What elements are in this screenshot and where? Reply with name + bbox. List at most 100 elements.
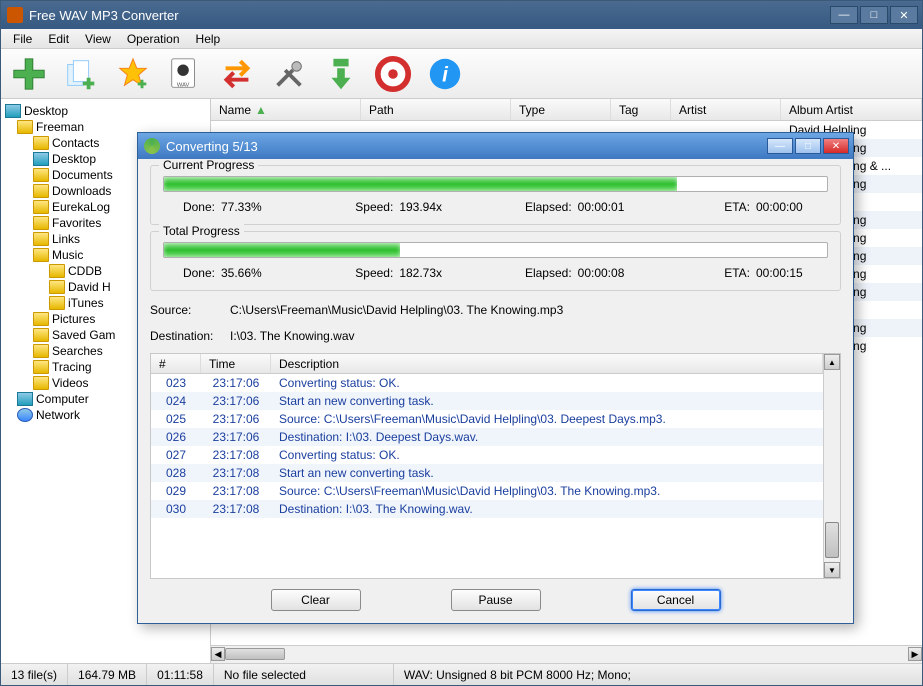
log-desc: Start an new converting task.	[271, 394, 823, 408]
log-scrollbar[interactable]: ▲ ▼	[823, 354, 840, 578]
scroll-up-icon[interactable]: ▲	[824, 354, 840, 370]
log-num: 029	[151, 484, 201, 498]
dialog-title: Converting 5/13	[166, 139, 765, 154]
tree-node[interactable]: Desktop	[3, 103, 208, 119]
current-progress-group: Current Progress Done: 77.33% Speed: 193…	[150, 165, 841, 225]
monitor-icon	[17, 392, 33, 406]
tree-label: CDDB	[68, 264, 102, 278]
log-num: 028	[151, 466, 201, 480]
scroll-left-icon[interactable]: ◀	[211, 647, 225, 661]
log-rows[interactable]: 02323:17:06Converting status: OK.02423:1…	[151, 374, 823, 578]
current-progress-title: Current Progress	[159, 159, 258, 172]
converting-dialog: Converting 5/13 — □ ✕ Current Progress D…	[137, 132, 854, 624]
window-controls: — □ ✕	[830, 6, 922, 24]
current-speed-value: 193.94x	[399, 200, 471, 214]
log-desc: Start an new converting task.	[271, 466, 823, 480]
log-num: 025	[151, 412, 201, 426]
folder-icon	[33, 344, 49, 358]
titlebar: Free WAV MP3 Converter — □ ✕	[1, 1, 922, 29]
total-progress-bar	[163, 242, 828, 258]
scroll-down-icon[interactable]: ▼	[824, 562, 840, 578]
current-progress-bar	[163, 176, 828, 192]
log-num: 024	[151, 394, 201, 408]
col-artist[interactable]: Artist	[671, 99, 781, 120]
status-format: WAV: Unsigned 8 bit PCM 8000 Hz; Mono;	[394, 664, 922, 685]
log-row[interactable]: 02923:17:08Source: C:\Users\Freeman\Musi…	[151, 482, 823, 500]
log-num: 026	[151, 430, 201, 444]
menu-edit[interactable]: Edit	[40, 30, 77, 48]
menu-operation[interactable]: Operation	[119, 30, 188, 48]
sort-up-icon: ▲	[255, 103, 267, 117]
monitor-icon	[33, 152, 49, 166]
col-path[interactable]: Path	[361, 99, 511, 120]
tree-label: Desktop	[52, 152, 96, 166]
toolbar: WAV i	[1, 49, 922, 99]
label-speed: Speed:	[341, 200, 393, 214]
menu-help[interactable]: Help	[188, 30, 229, 48]
tree-label: Favorites	[52, 216, 101, 230]
tree-label: Saved Gam	[52, 328, 115, 342]
label-elapsed: Elapsed:	[520, 266, 572, 280]
add-folder-button[interactable]	[59, 52, 103, 96]
total-elapsed-value: 00:00:08	[578, 266, 650, 280]
log-table: # Time Description 02323:17:06Converting…	[150, 353, 841, 579]
horizontal-scrollbar[interactable]: ◀ ▶	[211, 645, 922, 663]
current-eta-value: 00:00:00	[756, 200, 828, 214]
list-header: Name ▲ Path Type Tag Artist Album Artist	[211, 99, 922, 121]
tree-label: Contacts	[52, 136, 99, 150]
pause-button[interactable]: Pause	[451, 589, 541, 611]
folder-icon	[33, 168, 49, 182]
status-size: 164.79 MB	[68, 664, 147, 685]
download-button[interactable]	[319, 52, 363, 96]
folder-icon	[33, 328, 49, 342]
menu-view[interactable]: View	[77, 30, 119, 48]
col-tag[interactable]: Tag	[611, 99, 671, 120]
format-wav-button[interactable]: WAV	[163, 52, 207, 96]
log-desc: Source: C:\Users\Freeman\Music\David Hel…	[271, 412, 823, 426]
log-row[interactable]: 02823:17:08Start an new converting task.	[151, 464, 823, 482]
col-album-artist[interactable]: Album Artist	[781, 99, 922, 120]
convert-button[interactable]	[215, 52, 259, 96]
close-button[interactable]: ✕	[890, 6, 918, 24]
log-row[interactable]: 02423:17:06Start an new converting task.	[151, 392, 823, 410]
tree-label: Freeman	[36, 120, 84, 134]
scroll-right-icon[interactable]: ▶	[908, 647, 922, 661]
log-row[interactable]: 02723:17:08Converting status: OK.	[151, 446, 823, 464]
log-col-num[interactable]: #	[151, 354, 201, 373]
folder-icon	[49, 264, 65, 278]
log-time: 23:17:08	[201, 484, 271, 498]
dialog-maximize-button[interactable]: □	[795, 138, 821, 154]
minimize-button[interactable]: —	[830, 6, 858, 24]
total-eta-value: 00:00:15	[756, 266, 828, 280]
settings-button[interactable]	[267, 52, 311, 96]
cancel-button[interactable]: Cancel	[631, 589, 721, 611]
log-col-time[interactable]: Time	[201, 354, 271, 373]
menu-file[interactable]: File	[5, 30, 40, 48]
dialog-minimize-button[interactable]: —	[767, 138, 793, 154]
status-selection: No file selected	[214, 664, 394, 685]
col-type[interactable]: Type	[511, 99, 611, 120]
info-button[interactable]: i	[423, 52, 467, 96]
total-progress-title: Total Progress	[159, 224, 244, 238]
log-row[interactable]: 02623:17:06Destination: I:\03. Deepest D…	[151, 428, 823, 446]
log-num: 023	[151, 376, 201, 390]
maximize-button[interactable]: □	[860, 6, 888, 24]
scroll-thumb[interactable]	[225, 648, 285, 660]
scroll-thumb[interactable]	[825, 522, 839, 558]
add-files-button[interactable]	[7, 52, 51, 96]
favorites-button[interactable]	[111, 52, 155, 96]
label-speed: Speed:	[341, 266, 393, 280]
log-row[interactable]: 02323:17:06Converting status: OK.	[151, 374, 823, 392]
label-source: Source:	[150, 303, 230, 317]
log-desc: Converting status: OK.	[271, 448, 823, 462]
tree-label: EurekaLog	[52, 200, 110, 214]
log-row[interactable]: 03023:17:08Destination: I:\03. The Knowi…	[151, 500, 823, 518]
log-row[interactable]: 02523:17:06Source: C:\Users\Freeman\Musi…	[151, 410, 823, 428]
tree-label: Downloads	[52, 184, 111, 198]
dialog-close-button[interactable]: ✕	[823, 138, 849, 154]
col-name[interactable]: Name ▲	[211, 99, 361, 120]
clear-button[interactable]: Clear	[271, 589, 361, 611]
help-button[interactable]	[371, 52, 415, 96]
log-col-desc[interactable]: Description	[271, 354, 823, 373]
current-done-value: 77.33%	[221, 200, 293, 214]
